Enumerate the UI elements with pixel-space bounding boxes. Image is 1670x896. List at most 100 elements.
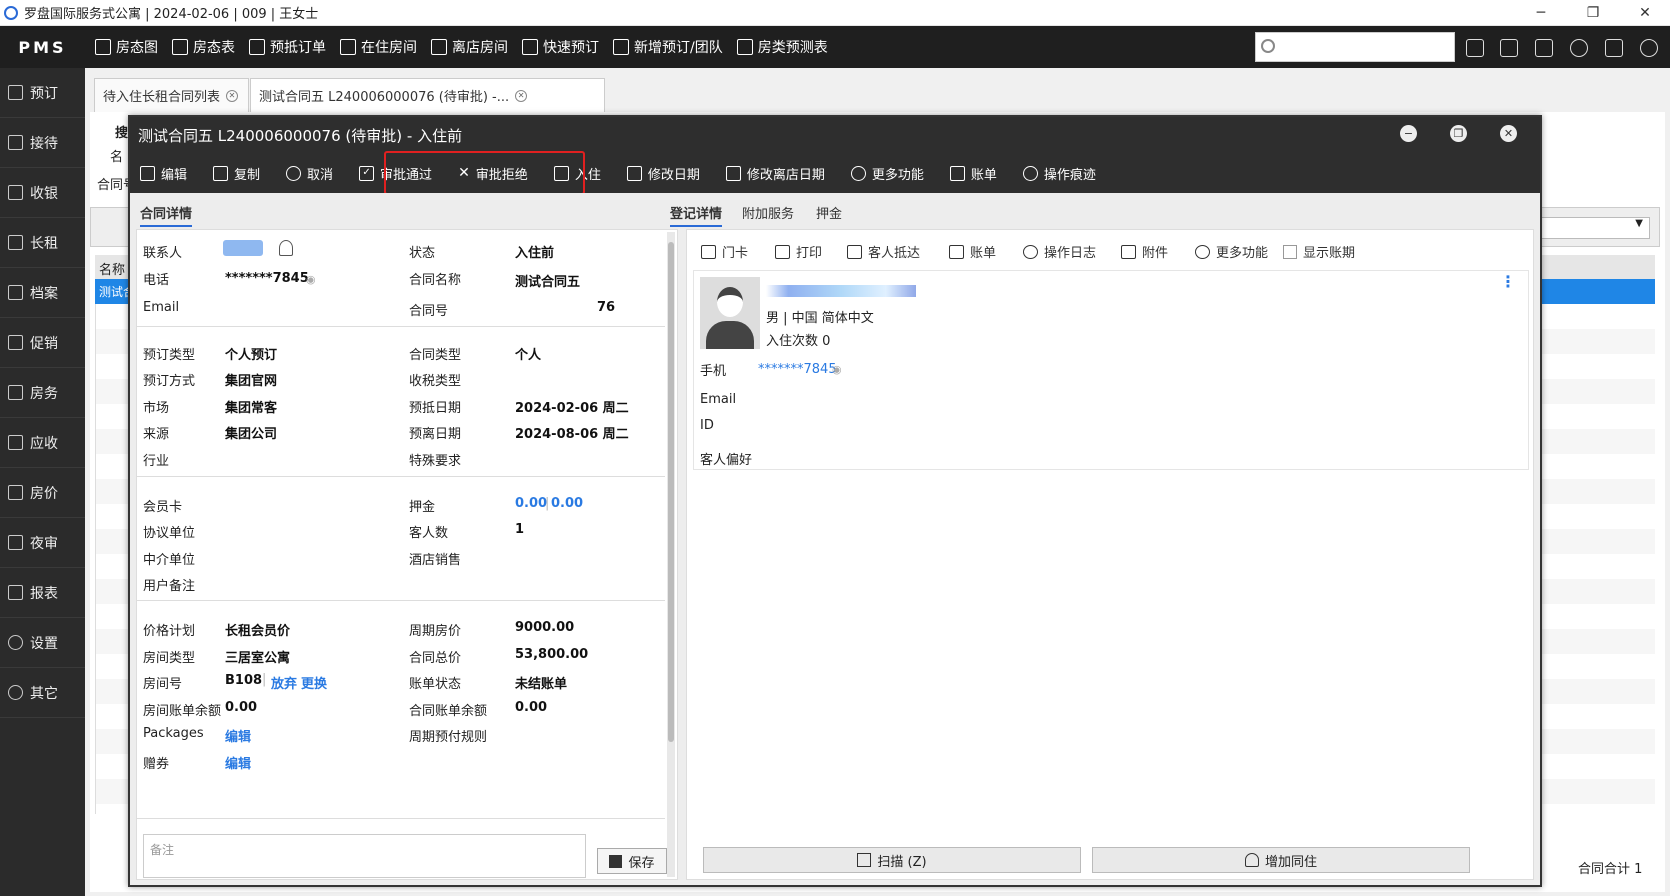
hotel-sales-label: 酒店销售	[409, 553, 462, 568]
sidebar-item-reception[interactable]: 接待	[0, 118, 85, 168]
room-abandon-link[interactable]: 放弃	[271, 673, 297, 692]
button-label: 门卡	[722, 246, 749, 261]
tab-contract-details[interactable]: 合同详情	[140, 203, 193, 227]
sidebar-item-settings[interactable]: 设置	[0, 618, 85, 668]
bill-button[interactable]: 账单	[949, 164, 997, 183]
edit-button[interactable]: 编辑	[140, 164, 187, 183]
nav-in-house[interactable]: 在住房间	[340, 26, 417, 68]
guest-info: 男 | 中国 简体中文	[766, 311, 874, 326]
nav-new-booking-group[interactable]: 新增预订/团队	[613, 26, 723, 68]
nav-room-forecast[interactable]: 房类预测表	[736, 26, 828, 68]
coupon-label: 赠券	[143, 757, 170, 772]
eye-icon[interactable]: ◉	[306, 273, 316, 286]
column-header: 名称	[99, 263, 126, 278]
help-icon[interactable]	[1640, 39, 1658, 57]
guest-more-button[interactable]: 更多功能	[1195, 242, 1268, 261]
packages-edit-link[interactable]: 编辑	[225, 726, 251, 745]
sidebar-item-night-audit[interactable]: 夜审	[0, 518, 85, 568]
button-label: 保存	[628, 855, 655, 871]
audit-icon	[8, 535, 23, 550]
contract-type-value: 个人	[515, 348, 542, 363]
tab-contract-detail[interactable]: 测试合同五 L240006000076 (待审批) -... ✕	[250, 78, 605, 112]
contract-balance-label: 合同账单余额	[409, 704, 488, 719]
note-textarea[interactable]: 备注	[143, 834, 586, 878]
coupon-edit-link[interactable]: 编辑	[225, 753, 251, 772]
status-label: 状态	[409, 246, 436, 261]
global-search-input[interactable]	[1255, 32, 1455, 62]
ellipsis-icon	[1195, 244, 1210, 259]
left-scrollbar[interactable]	[667, 232, 675, 877]
dialog-minimize-icon[interactable]: −	[1400, 125, 1417, 142]
scrollbar-thumb[interactable]	[668, 242, 674, 742]
contact-label: 联系人	[143, 246, 183, 261]
report-icon	[8, 585, 23, 600]
contract-name-label: 合同名称	[409, 273, 462, 288]
guest-arrival-button[interactable]: 客人抵达	[847, 242, 920, 261]
sidebar-item-booking[interactable]: 预订	[0, 68, 85, 118]
nav-departures[interactable]: 离店房间	[431, 26, 508, 68]
calculator-icon[interactable]	[1500, 39, 1518, 57]
translate-icon[interactable]	[1535, 39, 1553, 57]
globe-icon[interactable]	[1570, 39, 1588, 57]
tab-pending-contracts[interactable]: 待入住长租合同列表 ✕	[94, 78, 249, 112]
message-icon[interactable]	[1466, 39, 1484, 57]
dialog-restore-icon[interactable]: ❐	[1450, 125, 1467, 142]
sidebar-item-cashier[interactable]: 收银	[0, 168, 85, 218]
door-card-button[interactable]: 门卡	[701, 242, 748, 261]
lightning-icon	[522, 39, 538, 55]
operation-trace-button[interactable]: 操作痕迹	[1022, 164, 1096, 183]
tab-deposit[interactable]: 押金	[816, 203, 842, 222]
email-label: Email	[143, 300, 180, 315]
nav-room-status-table[interactable]: 房态表	[172, 26, 235, 68]
cancel-button[interactable]: 取消	[286, 164, 333, 183]
sidebar-item-receivables[interactable]: 应收	[0, 418, 85, 468]
dialog-close-icon[interactable]: ✕	[1500, 125, 1517, 142]
user-icon[interactable]	[279, 240, 293, 256]
more-functions-button[interactable]: 更多功能	[850, 164, 924, 183]
copy-button[interactable]: 复制	[213, 164, 260, 183]
guests-value: 1	[515, 522, 525, 537]
guest-bill-button[interactable]: 账单	[949, 242, 996, 261]
highlight-box	[384, 151, 585, 195]
room-balance-label: 房间账单余额	[143, 704, 222, 719]
sidebar-item-label: 房务	[30, 385, 58, 402]
eye-icon[interactable]: ◉	[832, 363, 842, 376]
save-icon	[609, 854, 623, 868]
guest-menu-icon[interactable]: ⋮	[1500, 274, 1516, 290]
deposit-value-a[interactable]: 0.00	[515, 496, 547, 511]
operation-log-button[interactable]: 操作日志	[1023, 242, 1096, 261]
close-tab-icon[interactable]: ✕	[226, 89, 239, 102]
attachment-button[interactable]: 附件	[1121, 242, 1168, 261]
scan-button[interactable]: 扫描 (Z)	[703, 847, 1081, 873]
add-cohabitant-button[interactable]: 增加同住	[1092, 847, 1470, 873]
print-button[interactable]: 打印	[775, 242, 822, 261]
save-button[interactable]: 保存	[597, 848, 667, 874]
bill-icon	[949, 244, 964, 259]
sidebar-item-housekeeping[interactable]: 房务	[0, 368, 85, 418]
lock-icon[interactable]	[1605, 39, 1623, 57]
deposit-value-b[interactable]: 0.00	[551, 496, 583, 511]
tab-registration-details[interactable]: 登记详情	[670, 203, 723, 227]
receivable-icon	[8, 435, 23, 450]
show-billing-period-checkbox[interactable]: 显示账期	[1283, 242, 1355, 261]
sidebar-item-reports[interactable]: 报表	[0, 568, 85, 618]
button-label: 增加同住	[1264, 854, 1317, 870]
phone-value: *******7845	[225, 271, 309, 286]
nav-quick-booking[interactable]: 快速预订	[522, 26, 599, 68]
restore-button[interactable]: ❐	[1570, 0, 1616, 26]
close-window-button[interactable]: ✕	[1622, 0, 1668, 26]
sidebar-item-other[interactable]: 其它	[0, 668, 85, 718]
sidebar-item-promotion[interactable]: 促销	[0, 318, 85, 368]
nav-room-status-map[interactable]: 房态图	[95, 26, 158, 68]
departure-value: 2024-08-06 周二	[515, 427, 629, 442]
modify-date-button[interactable]: 修改日期	[626, 164, 700, 183]
nav-expected-arrivals[interactable]: 预抵订单	[249, 26, 326, 68]
sidebar-item-long-stay[interactable]: 长租	[0, 218, 85, 268]
sidebar-item-profiles[interactable]: 档案	[0, 268, 85, 318]
minimize-button[interactable]: ─	[1518, 0, 1564, 26]
close-tab-icon[interactable]: ✕	[515, 89, 528, 102]
room-change-link[interactable]: 更换	[301, 673, 327, 692]
sidebar-item-rates[interactable]: 房价	[0, 468, 85, 518]
modify-departure-button[interactable]: 修改离店日期	[725, 164, 825, 183]
tab-extra-services[interactable]: 附加服务	[742, 203, 794, 222]
